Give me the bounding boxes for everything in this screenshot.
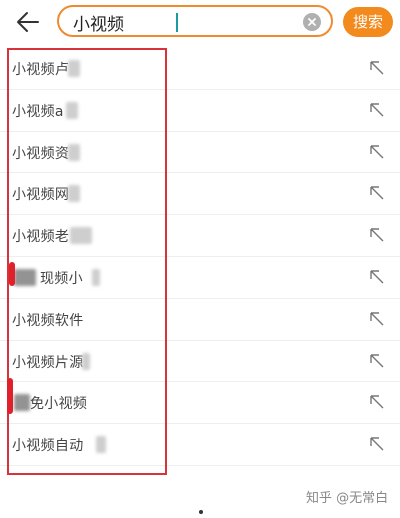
suggestion-text: 小视频网 [12,187,70,204]
suggestion-row[interactable]: 小视频a [0,90,400,132]
suggestion-text: 小视频老 [12,229,70,246]
back-arrow-icon [17,12,39,32]
suggestion-row[interactable]: 小视频资 [0,132,400,174]
text-cursor [176,13,178,32]
suggestion-text: 小视频片源 [12,354,84,371]
redaction-blur [68,185,80,203]
redaction-blur [70,227,92,245]
watermark: 知乎 @无常白 [306,491,389,506]
fill-arrow-icon[interactable] [369,436,385,452]
suggestion-text: 小视频卢 [12,62,70,78]
suggestion-row[interactable]: 小视频片源 [0,341,400,383]
suggestion-text: 小视频资 [12,145,70,162]
suggestion-text: 免小视频 [30,396,88,413]
search-input[interactable] [73,12,293,32]
fill-arrow-icon[interactable] [369,144,385,160]
search-header: 搜索 [0,0,400,44]
fill-arrow-icon[interactable] [369,269,385,285]
suggestion-row[interactable]: 小视频网 [0,173,400,216]
fill-arrow-icon[interactable] [369,60,385,76]
fill-arrow-icon[interactable] [369,311,385,327]
clear-button[interactable] [303,13,321,31]
redaction-blur [92,268,100,286]
suggestion-row[interactable]: 小视频卢 [0,48,400,90]
fill-arrow-icon[interactable] [369,353,385,369]
search-button[interactable]: 搜索 [343,7,393,37]
fill-arrow-icon[interactable] [369,102,385,118]
redaction-blur [66,101,78,119]
redaction-blur [68,60,80,77]
red-annotation-mark [7,378,13,414]
suggestion-row[interactable]: 免小视频 [0,382,400,425]
suggestion-text: 小视频自动 [12,438,84,455]
suggestion-text: 小视频a [12,103,64,120]
fill-arrow-icon[interactable] [369,394,385,410]
redaction-blur [96,436,106,454]
red-annotation-mark [9,262,15,286]
suggestion-row[interactable]: 小视频软件 [0,299,400,341]
redaction-blur [82,352,90,370]
redaction-blur [68,143,80,161]
suggestion-row[interactable]: 小视频自动 [0,424,400,466]
search-box[interactable] [57,5,333,37]
redaction-blur [14,394,30,412]
suggestion-text: 小视频软件 [12,312,84,329]
clear-icon [308,18,316,26]
redaction-blur [14,268,36,286]
suggestion-text: 现频小 [40,270,83,287]
suggestion-list: 小视频卢 小视频a 小视频资 小视频网 小视频老 现频小 小视频软件 小视频片源 [0,48,400,466]
back-button[interactable] [14,9,42,35]
fill-arrow-icon[interactable] [369,185,385,201]
suggestion-row[interactable]: 小视频老 [0,215,400,257]
page-indicator-dot [199,510,203,514]
suggestion-row[interactable]: 现频小 [0,257,400,299]
fill-arrow-icon[interactable] [369,227,385,243]
